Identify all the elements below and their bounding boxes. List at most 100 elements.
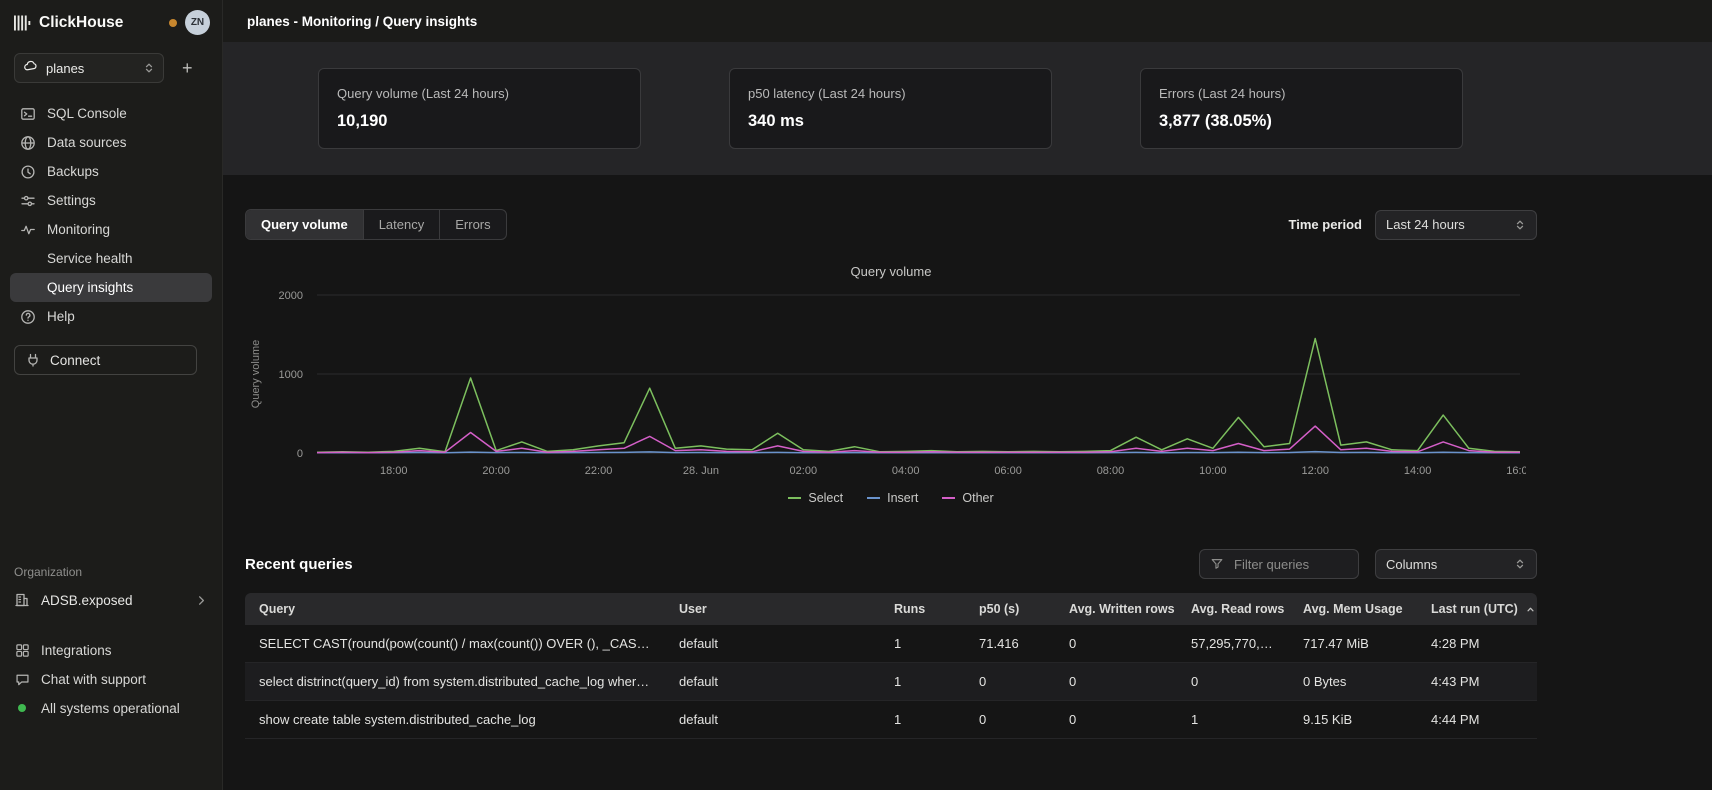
service-selector[interactable]: planes xyxy=(14,53,164,83)
service-selector-row: planes + xyxy=(0,41,222,91)
chevron-updown-icon xyxy=(1514,558,1526,570)
cell-runs: 1 xyxy=(880,663,965,701)
chat-support-link[interactable]: Chat with support xyxy=(14,671,208,687)
legend-item-insert[interactable]: Insert xyxy=(867,491,918,505)
add-service-button[interactable]: + xyxy=(178,57,197,79)
column-header-user[interactable]: User xyxy=(665,593,880,625)
legend-label: Other xyxy=(962,491,993,505)
filter-queries-box xyxy=(1199,549,1359,579)
globe-icon xyxy=(20,135,36,151)
column-header-avg-written[interactable]: Avg. Written rows xyxy=(1055,593,1177,625)
sidebar-item-settings[interactable]: Settings xyxy=(10,186,212,215)
svg-text:18:00: 18:00 xyxy=(380,465,408,477)
cell-avg-read: 57,295,770,069 xyxy=(1177,625,1289,663)
filter-queries-input[interactable] xyxy=(1232,556,1348,573)
recent-queries-section: Recent queries Columns xyxy=(245,549,1537,739)
recent-queries-header: Recent queries Columns xyxy=(245,549,1537,579)
service-selector-value: planes xyxy=(46,61,84,76)
chevron-updown-icon xyxy=(1514,219,1526,231)
svg-text:2000: 2000 xyxy=(279,290,303,302)
sidebar-item-label: Help xyxy=(47,309,75,324)
stat-card-p50-latency: p50 latency (Last 24 hours) 340 ms xyxy=(729,68,1052,149)
tab-query-volume[interactable]: Query volume xyxy=(246,210,363,239)
cell-avg-written: 0 xyxy=(1055,701,1177,739)
integrations-grid-icon xyxy=(14,642,30,658)
columns-select[interactable]: Columns xyxy=(1375,549,1537,579)
svg-text:16:00: 16:00 xyxy=(1506,465,1526,477)
organization-name: ADSB.exposed xyxy=(41,593,133,608)
cell-avg-read: 0 xyxy=(1177,663,1289,701)
sidebar-item-sql-console[interactable]: SQL Console xyxy=(10,99,212,128)
clickhouse-logo-icon[interactable] xyxy=(14,15,31,31)
svg-text:06:00: 06:00 xyxy=(994,465,1022,477)
stat-label: Errors (Last 24 hours) xyxy=(1159,86,1444,101)
app-root: ClickHouse ZN planes + xyxy=(0,0,1712,790)
sidebar-header: ClickHouse ZN xyxy=(0,0,222,41)
time-period-select[interactable]: Last 24 hours xyxy=(1375,210,1537,240)
sidebar-item-data-sources[interactable]: Data sources xyxy=(10,128,212,157)
legend-item-select[interactable]: Select xyxy=(788,491,843,505)
console-icon xyxy=(20,106,36,122)
stats-strip: Query volume (Last 24 hours) 10,190 p50 … xyxy=(223,42,1712,175)
tab-errors[interactable]: Errors xyxy=(439,210,505,239)
sidebar-spacer xyxy=(0,375,222,565)
sidebar-item-monitoring[interactable]: Monitoring xyxy=(10,215,212,244)
svg-text:04:00: 04:00 xyxy=(892,465,920,477)
recent-queries-title: Recent queries xyxy=(245,556,353,573)
sidebar-item-label: Backups xyxy=(47,164,99,179)
column-header-last-run-label: Last run (UTC) xyxy=(1431,602,1518,616)
column-header-avg-read[interactable]: Avg. Read rows xyxy=(1177,593,1289,625)
table-row[interactable]: SELECT CAST(round(pow(count() / max(coun… xyxy=(245,625,1537,663)
user-avatar[interactable]: ZN xyxy=(185,10,210,35)
svg-text:10:00: 10:00 xyxy=(1199,465,1227,477)
table-header-row: Query User Runs p50 (s) Avg. Written row… xyxy=(245,593,1537,625)
svg-text:28. Jun: 28. Jun xyxy=(683,465,719,477)
cloud-service-icon xyxy=(23,59,38,77)
cell-p50: 71.416 xyxy=(965,625,1055,663)
column-header-last-run[interactable]: Last run (UTC) xyxy=(1417,593,1537,625)
connect-button-label: Connect xyxy=(50,353,100,368)
sidebar-item-label: SQL Console xyxy=(47,106,127,121)
table-row[interactable]: select distrinct(query_id) from system.d… xyxy=(245,663,1537,701)
cell-user: default xyxy=(665,701,880,739)
chevron-right-icon xyxy=(195,594,208,607)
chat-bubble-icon xyxy=(14,671,30,687)
funnel-icon xyxy=(1210,557,1224,571)
chart-legend: Select Insert Other xyxy=(245,491,1537,505)
tab-latency[interactable]: Latency xyxy=(363,210,440,239)
cell-last-run: 4:44 PM xyxy=(1417,701,1537,739)
sidebar-item-backups[interactable]: Backups xyxy=(10,157,212,186)
sidebar-item-query-insights[interactable]: Query insights xyxy=(10,273,212,302)
column-header-avg-mem[interactable]: Avg. Mem Usage xyxy=(1289,593,1417,625)
plug-icon xyxy=(25,352,41,368)
svg-text:Query volume: Query volume xyxy=(250,340,262,408)
column-header-query[interactable]: Query xyxy=(245,593,665,625)
sidebar-item-service-health[interactable]: Service health xyxy=(10,244,212,273)
system-status-link[interactable]: All systems operational xyxy=(14,700,208,716)
logo-text[interactable]: ClickHouse xyxy=(39,14,123,32)
sidebar-footer: Integrations Chat with support All syste… xyxy=(0,642,222,790)
sidebar-item-label: Data sources xyxy=(47,135,127,150)
sidebar-item-help[interactable]: Help xyxy=(10,302,212,331)
footer-item-label: Chat with support xyxy=(41,672,146,687)
legend-label: Insert xyxy=(887,491,918,505)
sidebar-item-label: Monitoring xyxy=(47,222,110,237)
connect-button[interactable]: Connect xyxy=(14,345,197,375)
building-icon xyxy=(14,592,30,608)
time-period-label: Time period xyxy=(1289,217,1362,232)
table-row[interactable]: show create table system.distributed_cac… xyxy=(245,701,1537,739)
svg-text:12:00: 12:00 xyxy=(1301,465,1329,477)
sidebar-nav: SQL Console Data sources Backups xyxy=(0,91,222,331)
sliders-icon xyxy=(20,193,36,209)
cell-avg-read: 1 xyxy=(1177,701,1289,739)
column-header-runs[interactable]: Runs xyxy=(880,593,965,625)
legend-item-other[interactable]: Other xyxy=(942,491,993,505)
column-header-p50[interactable]: p50 (s) xyxy=(965,593,1055,625)
organization-row[interactable]: ADSB.exposed xyxy=(14,592,208,608)
stat-value: 10,190 xyxy=(337,112,622,131)
integrations-link[interactable]: Integrations xyxy=(14,642,208,658)
sidebar-item-label: Service health xyxy=(47,251,133,266)
svg-text:14:00: 14:00 xyxy=(1404,465,1432,477)
legend-swatch xyxy=(788,497,801,499)
stat-card-errors: Errors (Last 24 hours) 3,877 (38.05%) xyxy=(1140,68,1463,149)
